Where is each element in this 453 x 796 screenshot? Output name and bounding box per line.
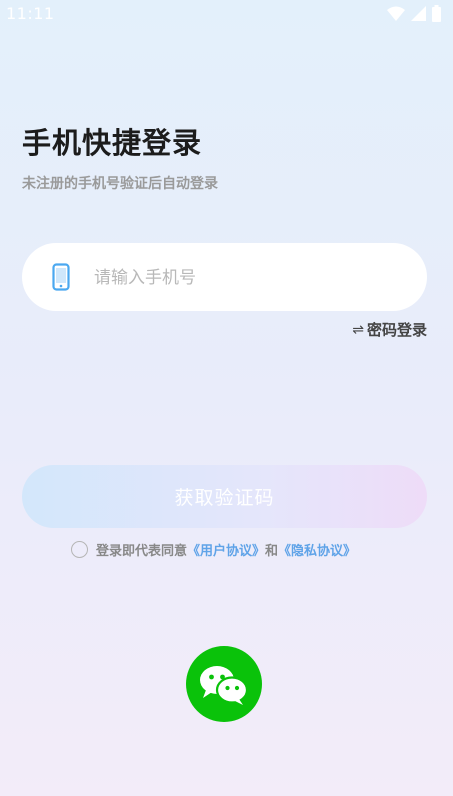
wechat-login-button[interactable] xyxy=(186,646,262,722)
agreement-connector: 和 xyxy=(265,544,279,559)
user-agreement-link[interactable]: 《用户协议》 xyxy=(187,540,265,559)
agreement-row: 登录即代表同意 《用户协议》 和 《隐私协议》 xyxy=(71,540,356,559)
agreement-prefix: 登录即代表同意 xyxy=(96,544,188,559)
status-time: 11:11 xyxy=(6,4,55,23)
battery-icon xyxy=(432,5,441,26)
page-title: 手机快捷登录 xyxy=(22,126,203,160)
page-subtitle: 未注册的手机号验证后自动登录 xyxy=(22,176,218,192)
password-login-label: 密码登录 xyxy=(366,321,427,339)
phone-icon xyxy=(52,263,70,295)
phone-input[interactable] xyxy=(92,261,396,295)
signal-icon xyxy=(411,6,426,25)
swap-icon: ⇌ xyxy=(352,321,364,338)
wifi-icon xyxy=(387,6,405,25)
password-login-link[interactable]: ⇌ 密码登录 xyxy=(352,319,427,340)
get-code-button[interactable]: 获取验证码 xyxy=(22,465,427,528)
phone-field[interactable] xyxy=(22,243,427,311)
privacy-agreement-link[interactable]: 《隐私协议》 xyxy=(278,540,356,559)
status-bar: 11:11 xyxy=(0,0,453,28)
status-icons xyxy=(387,5,441,26)
wechat-icon xyxy=(200,666,249,705)
agreement-checkbox[interactable] xyxy=(71,541,88,558)
